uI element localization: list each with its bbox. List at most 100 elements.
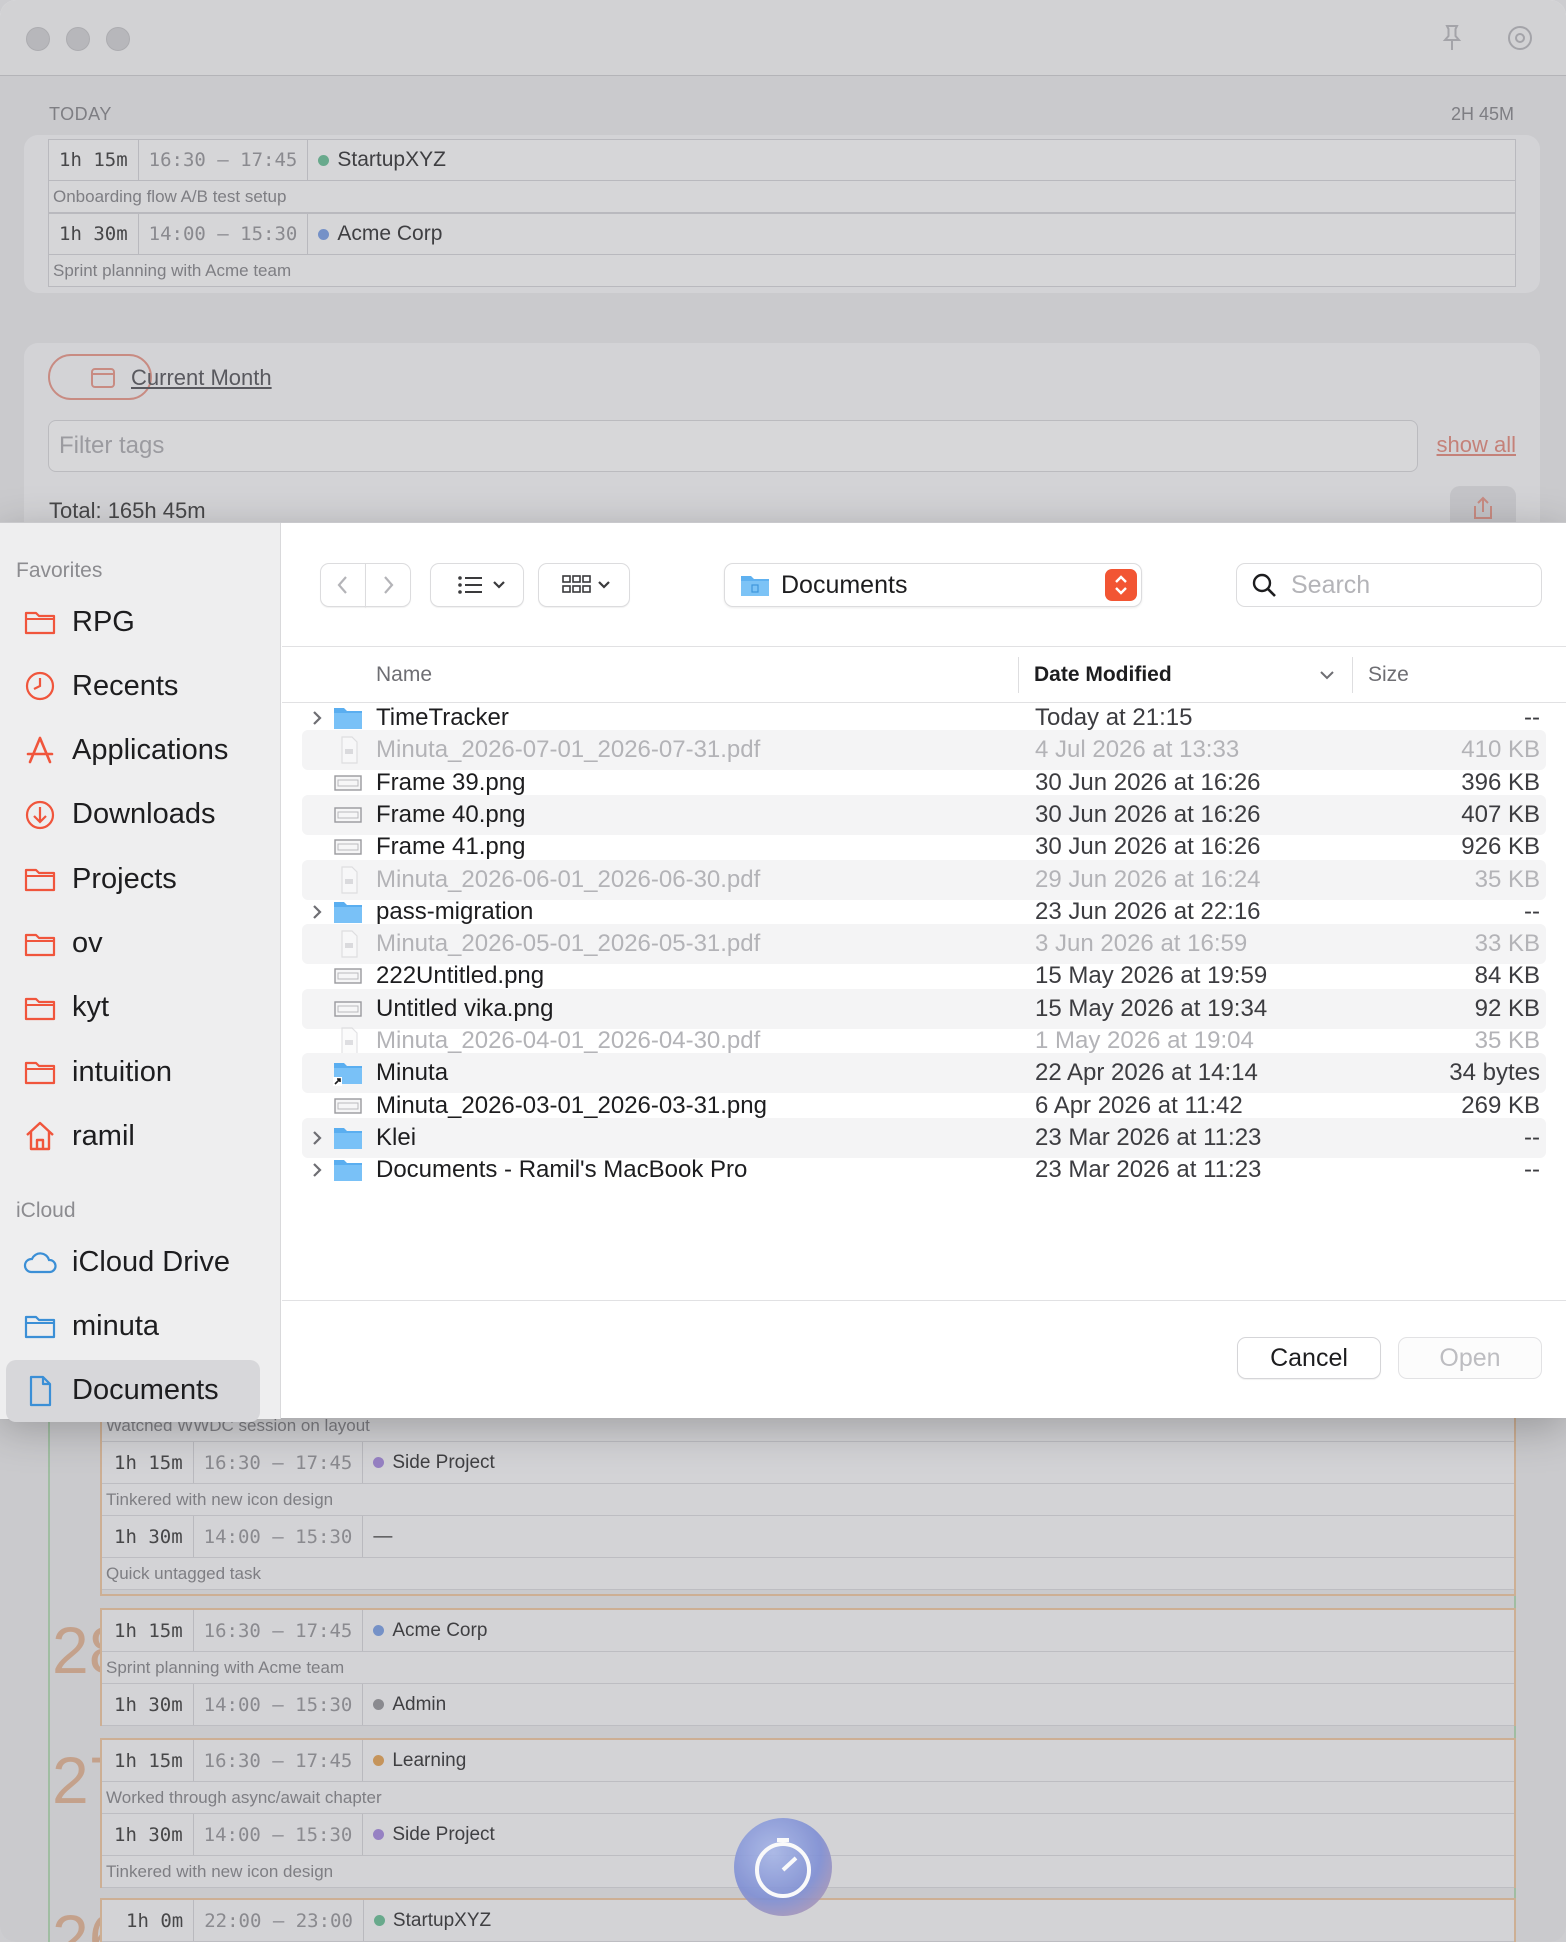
popup-arrows-icon <box>1105 569 1137 601</box>
open-button[interactable]: Open <box>1398 1337 1542 1379</box>
cloud-icon <box>20 1242 60 1282</box>
disclosure-chevron-icon[interactable] <box>306 706 328 730</box>
file-date-modified: 23 Mar 2026 at 11:23 <box>1035 1156 1262 1184</box>
size-column-header[interactable]: Size <box>1368 663 1409 687</box>
file-date-modified: 4 Jul 2026 at 13:33 <box>1035 736 1240 764</box>
file-name: Frame 40.png <box>376 800 526 828</box>
sidebar-section-favorites: Favorites <box>16 559 103 582</box>
file-date-modified: 23 Mar 2026 at 11:23 <box>1035 1123 1262 1151</box>
file-date-modified: 30 Jun 2026 at 16:26 <box>1035 833 1261 861</box>
folder-icon <box>20 602 60 642</box>
file-size: 33 KB <box>1474 930 1540 958</box>
file-date-modified: 15 May 2026 at 19:59 <box>1035 962 1268 990</box>
sidebar-item-ramil[interactable]: ramil <box>6 1105 260 1167</box>
folder-icon <box>20 859 60 899</box>
location-popup[interactable]: Documents <box>724 563 1142 607</box>
pdf-file-icon <box>332 929 364 959</box>
view-list-button[interactable] <box>430 563 524 607</box>
sidebar-item-applications[interactable]: Applications <box>6 720 260 782</box>
sidebar-item-label: Documents <box>72 1374 219 1407</box>
sidebar-item-projects[interactable]: Projects <box>6 848 260 910</box>
dialog-sidebar: Favorites RPG Recents Applications Download… <box>0 523 281 1422</box>
file-name: Minuta_2026-07-01_2026-07-31.pdf <box>376 736 761 764</box>
file-name: Frame 39.png <box>376 768 526 796</box>
disclosure-chevron-icon[interactable] <box>306 900 328 924</box>
sidebar-item-recents[interactable]: Recents <box>6 655 260 717</box>
sidebar-item-documents[interactable]: Documents <box>6 1359 260 1422</box>
file-size: 410 KB <box>1461 736 1540 764</box>
sort-chevron-down-icon[interactable] <box>1316 665 1338 685</box>
sidebar-item-label: kyt <box>72 991 110 1024</box>
sidebar-item-downloads[interactable]: Downloads <box>6 784 260 846</box>
home-icon <box>20 1116 60 1156</box>
file-date-modified: 15 May 2026 at 19:34 <box>1035 994 1268 1022</box>
pdf-file-icon <box>332 865 364 895</box>
disclosure-chevron-icon[interactable] <box>306 1158 328 1182</box>
stopwatch-icon <box>755 1838 811 1898</box>
view-grid-button[interactable] <box>538 563 630 607</box>
sidebar-item-kyt[interactable]: kyt <box>6 977 260 1039</box>
forward-button[interactable] <box>365 563 411 607</box>
file-name: Minuta_2026-05-01_2026-05-31.pdf <box>376 930 761 958</box>
sidebar-item-label: ov <box>72 927 103 959</box>
file-size: 269 KB <box>1461 1091 1540 1119</box>
file-list: TimeTracker Today at 21:15 -- Minuta_2026-0… <box>282 704 1566 1301</box>
file-date-modified: 6 Apr 2026 at 11:42 <box>1035 1091 1243 1119</box>
sidebar-item-intuition[interactable]: intuition <box>6 1041 260 1103</box>
file-row[interactable]: Documents - Ramil's MacBook Pro 23 Mar 20… <box>302 1150 1546 1190</box>
grid-view-icon <box>562 575 610 593</box>
folder-icon <box>20 1052 60 1092</box>
search-input[interactable] <box>1291 570 1531 600</box>
folder-icon <box>741 576 769 596</box>
file-date-modified: 30 Jun 2026 at 16:26 <box>1035 800 1261 828</box>
sidebar-item-label: Downloads <box>72 798 216 831</box>
folder-icon <box>20 1306 60 1346</box>
file-size: -- <box>1524 1156 1540 1184</box>
sidebar-item-rpg[interactable]: RPG <box>6 591 260 653</box>
alias-folder-icon <box>332 1058 364 1088</box>
applications-icon <box>20 731 60 771</box>
back-button[interactable] <box>320 563 366 607</box>
file-size: 35 KB <box>1474 865 1540 893</box>
name-column-header[interactable]: Name <box>376 663 432 687</box>
file-size: 926 KB <box>1461 833 1540 861</box>
folder-icon <box>20 924 60 964</box>
file-date-modified: 30 Jun 2026 at 16:26 <box>1035 768 1261 796</box>
sidebar-item-label: Recents <box>72 669 179 702</box>
sidebar-item-minuta[interactable]: minuta <box>6 1295 260 1357</box>
document-icon <box>20 1371 60 1411</box>
open-file-dialog: Favorites RPG Recents Applications Download… <box>0 522 1566 1422</box>
chevron-right-icon <box>384 576 394 594</box>
file-name: Minuta <box>376 1059 449 1087</box>
file-size: -- <box>1524 897 1540 925</box>
file-size: 396 KB <box>1461 768 1540 796</box>
file-size: 35 KB <box>1474 1027 1540 1054</box>
disclosure-chevron-icon[interactable] <box>306 1126 328 1150</box>
cancel-button[interactable]: Cancel <box>1237 1337 1381 1379</box>
column-header: Name Date Modified Size <box>282 647 1566 703</box>
file-name: Minuta_2026-03-01_2026-03-31.png <box>376 1091 767 1119</box>
file-name: Minuta_2026-04-01_2026-04-30.pdf <box>376 1027 761 1054</box>
sidebar-item-label: iCloud Drive <box>72 1245 230 1278</box>
folder-icon <box>20 988 60 1028</box>
pdf-file-icon <box>332 1026 364 1056</box>
image-file-icon <box>332 800 364 830</box>
sidebar-item-label: intuition <box>72 1055 172 1088</box>
sidebar-item-label: ramil <box>72 1119 135 1152</box>
file-date-modified: Today at 21:15 <box>1035 704 1193 731</box>
sidebar-item-ov[interactable]: ov <box>6 913 260 975</box>
chevron-left-icon <box>337 576 347 594</box>
search-field[interactable] <box>1236 563 1542 607</box>
sidebar-item-label: RPG <box>72 605 135 638</box>
sidebar-item-icloud-drive[interactable]: iCloud Drive <box>6 1231 260 1293</box>
file-size: 92 KB <box>1474 994 1540 1022</box>
pdf-file-icon <box>332 735 364 765</box>
date-modified-column-header[interactable]: Date Modified <box>1034 663 1172 687</box>
file-date-modified: 23 Jun 2026 at 22:16 <box>1035 897 1261 925</box>
file-size: -- <box>1524 704 1540 731</box>
file-size: -- <box>1524 1123 1540 1151</box>
folder-icon <box>332 897 364 927</box>
file-date-modified: 22 Apr 2026 at 14:14 <box>1035 1059 1258 1087</box>
file-name: 222Untitled.png <box>376 962 545 990</box>
file-name: Documents - Ramil's MacBook Pro <box>376 1156 748 1184</box>
